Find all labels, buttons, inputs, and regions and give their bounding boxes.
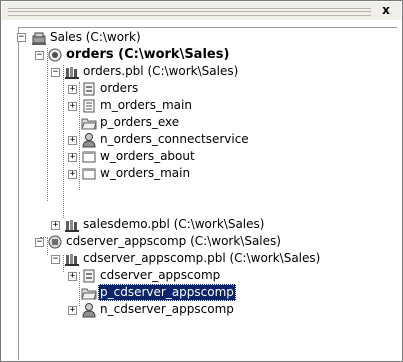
user-object-icon: [82, 303, 96, 318]
expander-cdserver-app[interactable]: +: [68, 272, 77, 281]
tree-node-m-orders-main[interactable]: m_orders_main: [98, 97, 194, 114]
expander-target-orders[interactable]: −: [35, 51, 44, 60]
expander-library-orders[interactable]: −: [51, 68, 60, 77]
workspace-icon: [32, 32, 46, 45]
tree-node-orders-app[interactable]: orders: [98, 80, 140, 97]
tree-view[interactable]: − Sales (C:\work) − orders (C:\work\Sale…: [17, 27, 397, 360]
component-target-icon: [48, 235, 62, 249]
tree-node-workspace[interactable]: Sales (C:\work): [48, 29, 143, 46]
library-icon: [65, 254, 79, 266]
tree-node-target-orders[interactable]: orders (C:\work\Sales): [64, 46, 231, 63]
tree-node-n-cdserver[interactable]: n_cdserver_appscomp: [98, 301, 236, 318]
tree-node-target-cdserver[interactable]: cdserver_appscomp (C:\work\Sales): [64, 233, 283, 250]
library-icon: [65, 67, 79, 79]
expander-w-orders-main[interactable]: +: [68, 170, 77, 179]
tree-node-library-orders[interactable]: orders.pbl (C:\work\Sales): [81, 63, 240, 80]
panel-titlebar[interactable]: x: [2, 2, 401, 20]
expander-target-cdserver[interactable]: −: [35, 238, 44, 247]
expander-workspace[interactable]: −: [17, 33, 26, 42]
tree-node-w-orders-main[interactable]: w_orders_main: [98, 165, 192, 182]
tree-node-cdserver-app[interactable]: cdserver_appscomp: [98, 267, 222, 284]
expander-orders-app[interactable]: +: [68, 85, 77, 94]
system-tree-panel: x − Sales (C:\work) − orders (C:\work\Sa…: [0, 0, 403, 362]
expander-m-orders-main[interactable]: +: [68, 102, 77, 111]
tree-node-n-orders-connectservice[interactable]: n_orders_connectservice: [98, 131, 251, 148]
drag-grip[interactable]: [8, 8, 371, 16]
tree-node-library-salesdemo[interactable]: salesdemo.pbl (C:\work\Sales): [81, 216, 266, 233]
library-icon: [65, 220, 79, 232]
expander-n-cdserver[interactable]: +: [68, 306, 77, 315]
application-icon: [83, 269, 95, 283]
tree-node-w-orders-about[interactable]: w_orders_about: [98, 148, 197, 165]
tree-node-p-cdserver-selected[interactable]: p_cdserver_appscomp: [98, 284, 236, 301]
close-button[interactable]: x: [379, 3, 393, 17]
tree-node-p-orders-exe[interactable]: p_orders_exe: [98, 114, 181, 131]
expander-n-orders-connectservice[interactable]: +: [68, 136, 77, 145]
user-object-icon: [82, 133, 96, 148]
expander-w-orders-about[interactable]: +: [68, 153, 77, 162]
project-folder-icon: [81, 288, 97, 300]
expander-library-cdserver[interactable]: −: [51, 255, 60, 264]
project-folder-icon: [81, 118, 97, 130]
application-icon: [83, 82, 95, 96]
menu-icon: [83, 99, 95, 113]
tree-node-library-cdserver[interactable]: cdserver_appscomp.pbl (C:\work\Sales): [81, 250, 322, 267]
window-icon: [82, 168, 96, 180]
window-icon: [82, 151, 96, 163]
target-icon: [48, 48, 62, 62]
expander-library-salesdemo[interactable]: +: [51, 221, 60, 230]
